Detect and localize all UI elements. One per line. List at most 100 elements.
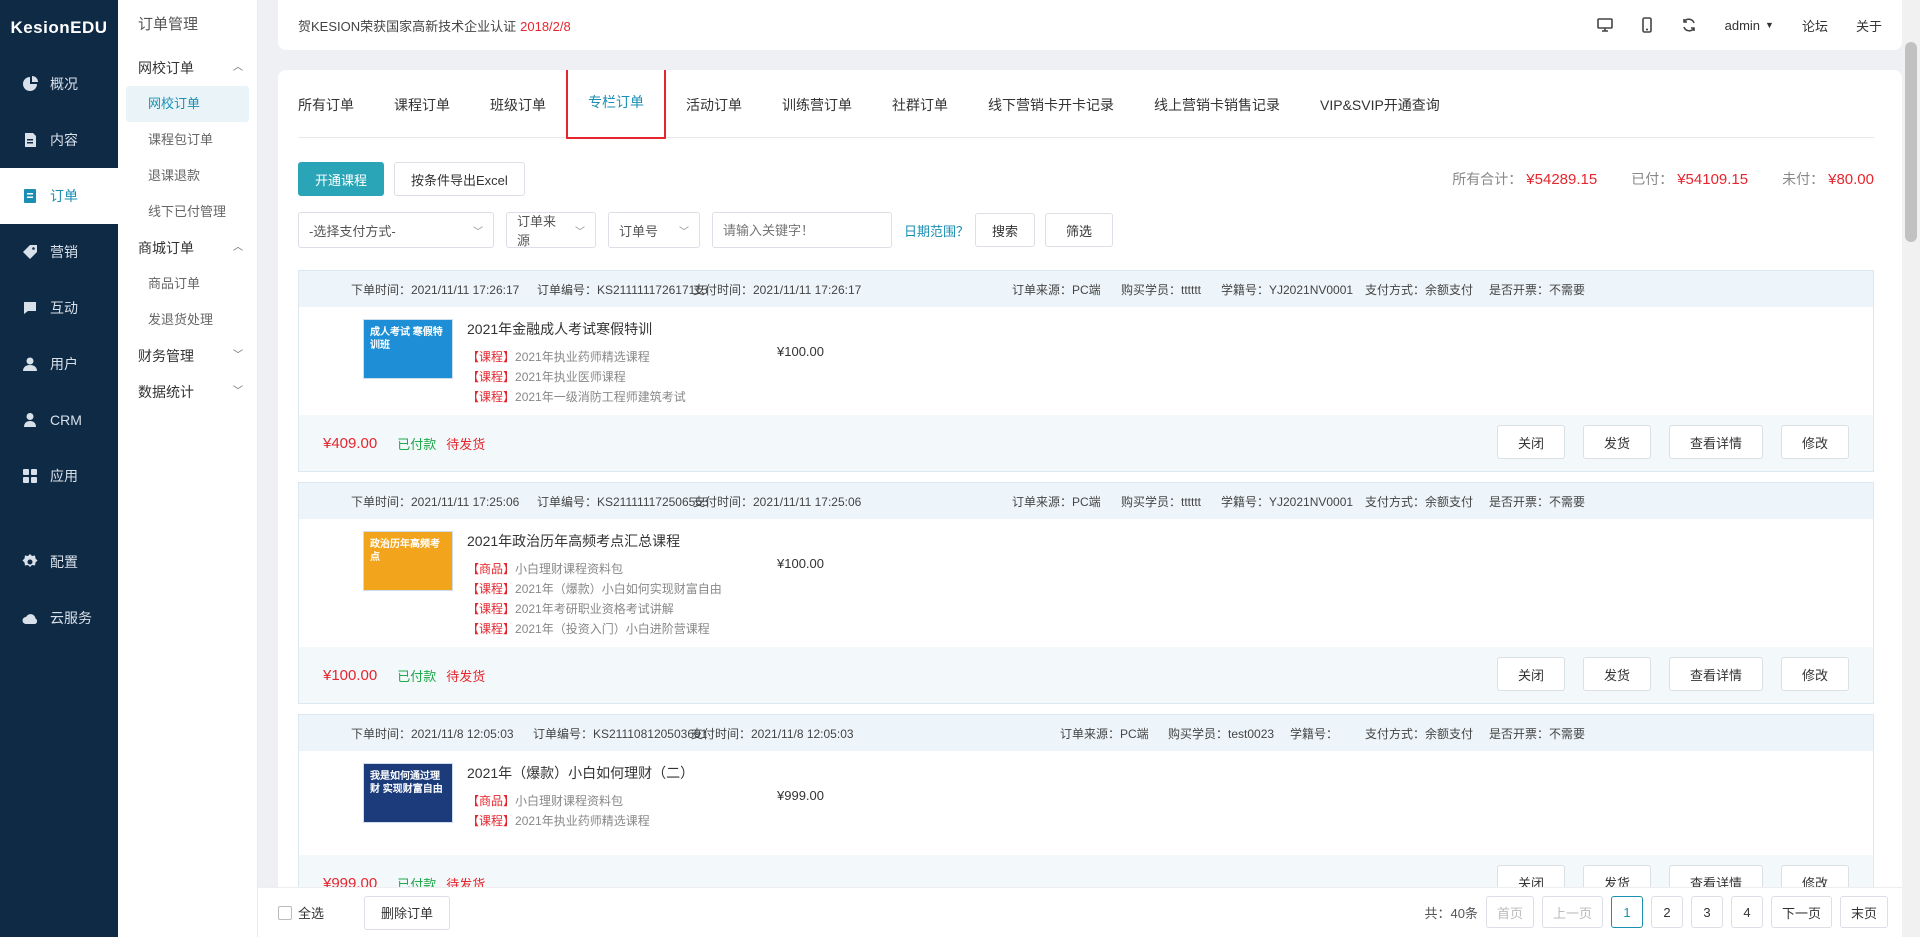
page-button[interactable]: 1 xyxy=(1610,896,1643,928)
first-page-button[interactable]: 首页 xyxy=(1485,896,1534,928)
product-title[interactable]: 2021年政治历年高频考点汇总课程 xyxy=(467,531,747,551)
forum-link[interactable]: 论坛 xyxy=(1802,16,1828,35)
keyword-input[interactable] xyxy=(712,212,892,248)
nav-item-gear[interactable]: 配置 xyxy=(0,534,118,590)
prev-page-button[interactable]: 上一页 xyxy=(1541,896,1603,928)
sub-group-header[interactable]: 数据统计 ﹀ xyxy=(118,374,257,410)
nav-item-user[interactable]: 用户 xyxy=(0,336,118,392)
tab-4[interactable]: 活动订单 xyxy=(666,87,762,137)
close-order-button[interactable]: 关闭 xyxy=(1496,425,1565,459)
order-actions: 关闭 发货 查看详情 修改 xyxy=(1479,657,1849,691)
nav-item-chat[interactable]: 互动 xyxy=(0,280,118,336)
paid-label: 已付： xyxy=(1631,171,1674,187)
tab-9[interactable]: VIP&SVIP开通查询 xyxy=(1300,87,1460,137)
tab-3[interactable]: 专栏订单 xyxy=(566,70,666,139)
nav-item-label: 订单 xyxy=(50,188,78,204)
date-range-link[interactable]: 日期范围？ xyxy=(904,221,969,240)
sub-group-header[interactable]: 网校订单 ︿ xyxy=(118,50,257,86)
page-button[interactable]: 3 xyxy=(1690,896,1723,928)
nav-item-document[interactable]: 内容 xyxy=(0,112,118,168)
next-page-button[interactable]: 下一页 xyxy=(1770,896,1832,928)
product-thumbnail[interactable]: 政治历年高频考点 xyxy=(363,531,453,591)
sub-item[interactable]: 退课退款 xyxy=(118,158,257,194)
order-number-select[interactable]: 订单号 ﹀ xyxy=(608,212,700,248)
tab-7[interactable]: 线下营销卡开卡记录 xyxy=(968,87,1134,137)
search-button[interactable]: 搜索 xyxy=(975,213,1036,247)
edit-order-button[interactable]: 修改 xyxy=(1780,657,1849,691)
order-source: 订单来源：PC端 xyxy=(1012,282,1101,297)
item-type-tag: 【课程】 xyxy=(467,582,516,596)
nav-item-cloud[interactable]: 云服务 xyxy=(0,590,118,646)
order-header: 下单时间：2021/11/8 12:05:03 订单编号：KS2111081205… xyxy=(299,715,1873,751)
product-title[interactable]: 2021年（爆款）小白如何理财（二） xyxy=(467,763,747,783)
order-paytime: 支付时间：2021/11/8 12:05:03 xyxy=(691,726,854,741)
tab-6[interactable]: 社群订单 xyxy=(872,87,968,137)
filter-button[interactable]: 筛选 xyxy=(1045,213,1114,247)
nav-item-pie[interactable]: 概况 xyxy=(0,56,118,112)
notice-label[interactable]: 贺KESION荣获国家高新技术企业认证 xyxy=(298,19,516,34)
ship-button[interactable]: 发货 xyxy=(1582,425,1651,459)
order-buyer: 购买学员：tttttt xyxy=(1121,494,1202,509)
tab-0[interactable]: 所有订单 xyxy=(298,87,374,137)
sub-item[interactable]: 线下已付管理 xyxy=(118,194,257,230)
desktop-icon[interactable] xyxy=(1596,18,1613,32)
select-all-label[interactable]: 全选 xyxy=(298,903,324,922)
sub-item[interactable]: 课程包订单 xyxy=(118,122,257,158)
tab-8[interactable]: 线上营销卡销售记录 xyxy=(1134,87,1300,137)
item-name: 2021年考研职业资格考试讲解 xyxy=(515,602,674,616)
refresh-icon[interactable] xyxy=(1681,17,1697,33)
export-excel-button[interactable]: 按条件导出Excel xyxy=(394,162,525,196)
tag-icon xyxy=(22,244,38,260)
top-bar: 贺KESION荣获国家高新技术企业认证 2018/2/8 admin ▼ 论坛 关于 xyxy=(278,0,1902,50)
edit-order-button[interactable]: 修改 xyxy=(1780,425,1849,459)
about-link[interactable]: 关于 xyxy=(1856,16,1882,35)
order-icon xyxy=(22,188,38,204)
product-info: 2021年（爆款）小白如何理财（二） 【商品】小白理财课程资料包 【课程】2021年… xyxy=(467,763,747,847)
last-page-button[interactable]: 末页 xyxy=(1839,896,1888,928)
order-item-line: 【课程】2021年（投资入门）小白进阶营课程 xyxy=(467,619,747,639)
sub-item[interactable]: 商品订单 xyxy=(118,266,257,302)
user-menu[interactable]: admin ▼ xyxy=(1725,18,1774,33)
sub-group-header[interactable]: 财务管理 ﹀ xyxy=(118,338,257,374)
page-button[interactable]: 4 xyxy=(1730,896,1763,928)
ship-button[interactable]: 发货 xyxy=(1582,657,1651,691)
delete-orders-button[interactable]: 删除订单 xyxy=(364,895,451,930)
view-detail-button[interactable]: 查看详情 xyxy=(1668,657,1763,691)
pay-method-select[interactable]: -选择支付方式- ﹀ xyxy=(298,212,494,248)
top-right-tools: admin ▼ 论坛 关于 xyxy=(1569,0,1902,50)
item-type-tag: 【课程】 xyxy=(467,370,516,384)
open-course-button[interactable]: 开通课程 xyxy=(298,162,385,196)
sub-group-header[interactable]: 商城订单 ︿ xyxy=(118,230,257,266)
thumbnail-caption: 我是如何通过理财 实现财富自由 xyxy=(370,771,443,795)
chevron-down-icon: ﹀ xyxy=(233,386,243,397)
scrollbar[interactable] xyxy=(1902,0,1920,937)
nav-item-grid[interactable]: 应用 xyxy=(0,448,118,504)
user-name[interactable]: admin xyxy=(1725,18,1760,33)
nav-item-tag[interactable]: 营销 xyxy=(0,224,118,280)
select-all-checkbox[interactable] xyxy=(278,905,292,920)
nav-item-person[interactable]: CRM xyxy=(0,392,118,448)
page-button[interactable]: 2 xyxy=(1650,896,1683,928)
sub-item[interactable]: 发退货处理 xyxy=(118,302,257,338)
tab-5[interactable]: 训练营订单 xyxy=(762,87,872,137)
tab-1[interactable]: 课程订单 xyxy=(374,87,470,137)
product-price: ¥100.00 xyxy=(777,344,824,359)
sub-item[interactable]: 网校订单 xyxy=(126,86,249,122)
notice-text[interactable]: 贺KESION荣获国家高新技术企业认证 2018/2/8 xyxy=(298,16,571,35)
notice-date[interactable]: 2018/2/8 xyxy=(520,19,571,34)
product-title[interactable]: 2021年金融成人考试寒假特训 xyxy=(467,319,747,339)
pay-method-value: -选择支付方式- xyxy=(309,223,396,239)
tab-2[interactable]: 班级订单 xyxy=(470,87,566,137)
nav-item-label: 用户 xyxy=(50,356,78,372)
chevron-down-icon: ﹀ xyxy=(679,226,689,238)
product-thumbnail[interactable]: 我是如何通过理财 实现财富自由 xyxy=(363,763,453,823)
paid-value: ¥54109.15 xyxy=(1677,170,1749,188)
close-order-button[interactable]: 关闭 xyxy=(1496,657,1565,691)
scrollbar-thumb[interactable] xyxy=(1905,42,1917,242)
product-thumbnail[interactable]: 成人考试 寒假特训班 xyxy=(363,319,453,379)
view-detail-button[interactable]: 查看详情 xyxy=(1668,425,1763,459)
mobile-icon[interactable] xyxy=(1641,17,1653,33)
order-source-select[interactable]: 订单来源 ﹀ xyxy=(506,212,596,248)
nav-item-order[interactable]: 订单 xyxy=(0,168,118,224)
item-name: 小白理财课程资料包 xyxy=(515,562,624,576)
